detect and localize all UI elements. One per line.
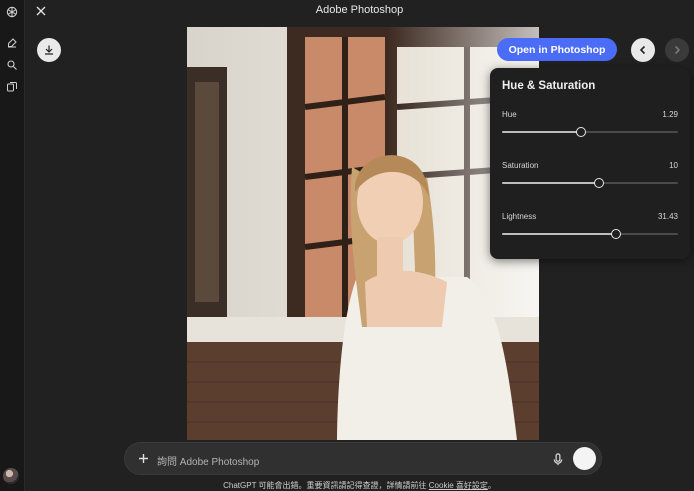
voice-mode-button[interactable] [573,447,596,470]
plus-icon[interactable] [135,450,151,466]
disclaimer-suffix: 。 [487,481,496,490]
saturation-value: 10 [669,161,678,170]
lightness-slider[interactable] [502,229,678,239]
lightness-slider-handle[interactable] [611,229,622,239]
canvas-area: Open in Photoshop Hue & Saturation Hue 1… [25,22,694,491]
next-button[interactable] [665,38,689,62]
lightness-label: Lightness [502,212,537,221]
panel-title: Hue & Saturation [502,80,596,92]
top-bar: Adobe Photoshop [25,0,694,22]
hue-value: 1.29 [662,110,678,119]
hue-saturation-panel: Hue & Saturation Hue 1.29 Saturation 10 … [490,68,690,259]
hue-label: Hue [502,110,517,119]
saturation-slider-row: Saturation 10 [502,161,678,191]
saturation-label: Saturation [502,161,539,170]
open-in-photoshop-button[interactable]: Open in Photoshop [497,38,617,61]
lightness-slider-row: Lightness 31.43 [502,212,678,242]
disclaimer-text: ChatGPT 可能會出錯。重要資訊請記得查證，詳情請前往 [223,481,429,490]
hue-slider[interactable] [502,127,678,137]
search-icon[interactable] [4,57,20,73]
cookie-preferences-link[interactable]: Cookie 喜好設定 [429,481,488,490]
edited-photo [187,27,539,440]
disclaimer: ChatGPT 可能會出錯。重要資訊請記得查證，詳情請前往 Cookie 喜好設… [25,480,694,491]
chatgpt-logo-icon[interactable] [4,4,20,20]
chevron-left-icon [639,45,646,55]
left-rail [0,0,25,491]
new-chat-icon[interactable] [4,35,20,51]
saturation-slider-handle[interactable] [593,178,604,188]
saturation-slider[interactable] [502,178,678,188]
window-title: Adobe Photoshop [315,4,404,16]
hue-slider-row: Hue 1.29 [502,110,678,140]
hue-slider-handle[interactable] [576,127,587,137]
lightness-value: 31.43 [657,212,678,221]
library-icon[interactable] [4,79,20,95]
composer-placeholder[interactable]: 詢問 Adobe Photoshop [157,453,259,468]
microphone-icon[interactable] [551,451,565,467]
download-button[interactable] [37,38,61,62]
avatar[interactable] [3,468,19,484]
chevron-right-icon [674,45,681,55]
previous-button[interactable] [631,38,655,62]
photo-illustration [187,27,539,440]
message-composer[interactable]: 詢問 Adobe Photoshop [124,442,602,475]
